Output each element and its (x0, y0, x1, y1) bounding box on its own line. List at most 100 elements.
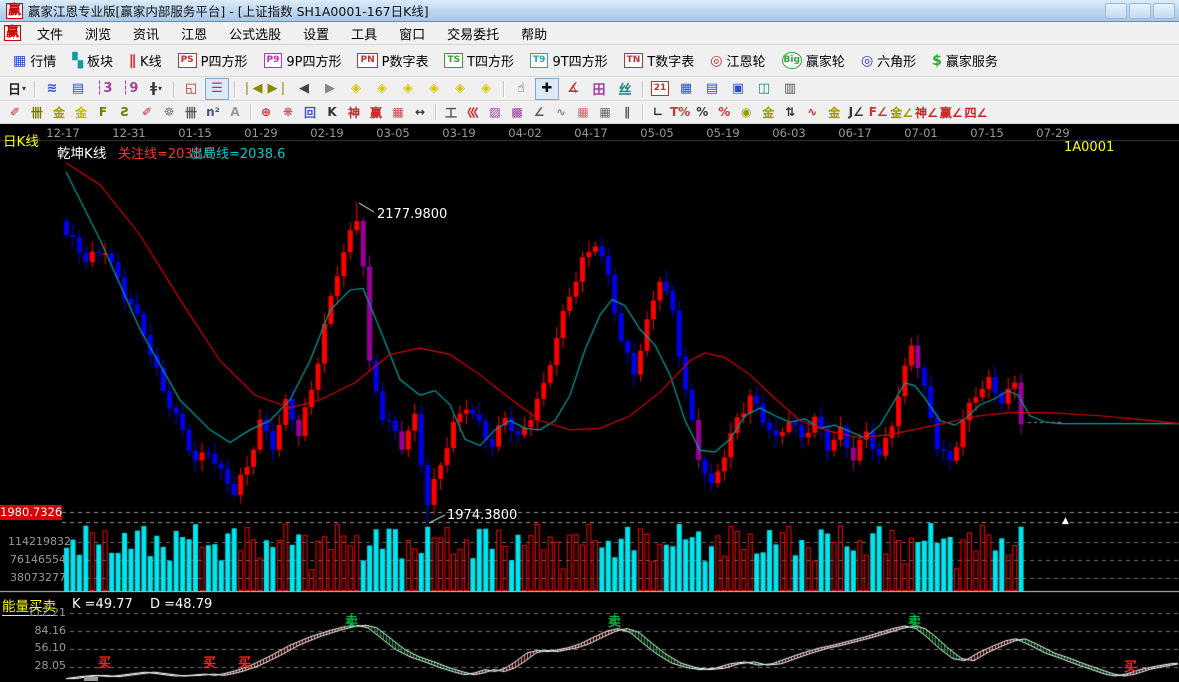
purple-fan-tool[interactable]: ▨ (484, 101, 506, 123)
angle-pen2-tool[interactable]: ✐ (136, 101, 158, 123)
circle-target-tool[interactable]: ⊕ (255, 101, 277, 123)
quotes-button[interactable]: ▦行情 (6, 48, 63, 73)
shift-left-button[interactable]: ◈ (344, 78, 368, 100)
wheel-tool[interactable]: ☸ (158, 101, 180, 123)
volume-profile-button[interactable]: ☰ (205, 78, 229, 100)
kline-button-icon: ∥ (129, 54, 136, 68)
gold-ruler2-tool[interactable]: 金 (70, 101, 92, 123)
s-ruler-tool[interactable]: Ƨ (114, 101, 136, 123)
menu-item-7[interactable]: 工具 (340, 21, 388, 46)
menu-item-3[interactable]: 资讯 (122, 21, 170, 46)
sectors-button[interactable]: ▚板块 (65, 48, 120, 73)
si-angle-tool[interactable]: 四∠ (964, 101, 989, 123)
menu-item-10[interactable]: 帮助 (510, 21, 558, 46)
info-doc-button[interactable]: ▤ (66, 78, 90, 100)
f-angle-tool[interactable]: F∠ (867, 101, 889, 123)
calendar-button[interactable]: 21 (648, 78, 672, 100)
last-page-button[interactable]: ▶❘ (266, 78, 290, 100)
save-button[interactable]: ▣ (726, 78, 750, 100)
maximize-button[interactable] (1129, 3, 1151, 19)
t-square-button[interactable]: TST四方形 (437, 48, 521, 73)
grid-tool[interactable]: ▦ (387, 101, 409, 123)
ying-tool[interactable]: 赢 (365, 101, 387, 123)
menu-item-4[interactable]: 江恩 (170, 21, 218, 46)
menu-item-9[interactable]: 交易委托 (436, 21, 510, 46)
bars-9-button[interactable]: ┆9 (118, 78, 142, 100)
close-button[interactable] (1153, 3, 1175, 19)
next-button[interactable]: ▶ (318, 78, 342, 100)
period-day-dropdown[interactable]: 日▾ (5, 78, 29, 100)
p-table-button[interactable]: PNP数字表 (350, 48, 435, 73)
t-table-button[interactable]: TNT数字表 (617, 48, 702, 73)
gold-line-tool[interactable]: 金 (757, 101, 779, 123)
kline-button[interactable]: ∥K线 (122, 48, 169, 73)
minimize-button[interactable] (1105, 3, 1127, 19)
compress-h-button[interactable]: ◈ (422, 78, 446, 100)
menu-item-6[interactable]: 设置 (292, 21, 340, 46)
horizontal-scrollbar-thumb[interactable] (84, 677, 98, 681)
expand-v-button[interactable]: ◈ (448, 78, 472, 100)
f-ruler-tool[interactable]: F (92, 101, 114, 123)
red-wave-tool[interactable]: ∿ (801, 101, 823, 123)
gold-angle-tool[interactable]: 金∠ (889, 101, 914, 123)
beam-tool[interactable]: 工 (440, 101, 462, 123)
ying-angle-tool[interactable]: 赢∠ (939, 101, 964, 123)
angle-measure-button[interactable]: ∡ (561, 78, 585, 100)
updown-tool[interactable]: ⇅ (779, 101, 801, 123)
expand-all-button[interactable]: ◈ (474, 78, 498, 100)
winner-service-button[interactable]: $赢家服务 (925, 48, 1005, 73)
winner-wheel-button[interactable]: Big赢家轮 (775, 48, 852, 73)
print-button[interactable]: ▥ (778, 78, 802, 100)
trend-wave-button[interactable]: ≋ (40, 78, 64, 100)
shen-angle-tool[interactable]: 神∠ (914, 101, 939, 123)
scale-tool[interactable]: ∟ (647, 101, 669, 123)
ruler-tool[interactable]: 卌 (26, 101, 48, 123)
t-percent-tool[interactable]: T% (669, 101, 691, 123)
menu-item-8[interactable]: 窗口 (388, 21, 436, 46)
gold-line2-tool[interactable]: 金 (823, 101, 845, 123)
first-page-button[interactable]: ❘◀ (240, 78, 264, 100)
crosshair-tool-button[interactable]: ✚ (535, 78, 559, 100)
single-candle-dropdown[interactable]: ǂ▾ (144, 78, 168, 100)
shen-tool[interactable]: 神 (343, 101, 365, 123)
dark-grid-tool[interactable]: ▦ (594, 101, 616, 123)
wave-line-tool[interactable]: ∿ (550, 101, 572, 123)
t9-square-button[interactable]: T99T四方形 (523, 48, 615, 73)
calculator-button[interactable]: ▦ (674, 78, 698, 100)
hexagon-button[interactable]: ◎六角形 (854, 48, 923, 73)
percent-tool[interactable]: % (691, 101, 713, 123)
parallel-lines-tool[interactable]: ∥ (616, 101, 638, 123)
k-mark-tool[interactable]: K (321, 101, 343, 123)
ruler2-tool[interactable]: 卌 (180, 101, 202, 123)
bars-3-button[interactable]: ┆3 (92, 78, 116, 100)
red-fan-tool[interactable]: 巛 (462, 101, 484, 123)
red-grid-tool[interactable]: ▦ (572, 101, 594, 123)
silk-line-button[interactable]: 丝 (613, 78, 637, 100)
menu-item-2[interactable]: 浏览 (74, 21, 122, 46)
notes-button[interactable]: ▤ (700, 78, 724, 100)
expand-h-button[interactable]: ◈ (396, 78, 420, 100)
p-square-button[interactable]: PSP四方形 (171, 48, 255, 73)
star-target-tool[interactable]: ❋ (277, 101, 299, 123)
gann-grid-button[interactable]: 田 (587, 78, 611, 100)
n2-tool[interactable]: n² (202, 101, 224, 123)
a-tool[interactable]: A (224, 101, 246, 123)
gann-wheel-button[interactable]: ◎江恩轮 (703, 48, 772, 73)
shift-right-button[interactable]: ◈ (370, 78, 394, 100)
percent-line-tool[interactable]: % (713, 101, 735, 123)
square-target-tool[interactable]: 回 (299, 101, 321, 123)
hand-tool-button[interactable]: ☝ (509, 78, 533, 100)
gold-circle-tool[interactable]: ◉ (735, 101, 757, 123)
box-fan-tool[interactable]: ▩ (506, 101, 528, 123)
export-button[interactable]: ◫ (752, 78, 776, 100)
pattern-button[interactable]: ◱ (179, 78, 203, 100)
menu-item-5[interactable]: 公式选股 (218, 21, 292, 46)
menu-item-1[interactable]: 文件 (26, 21, 74, 46)
gold-ruler-tool[interactable]: 金 (48, 101, 70, 123)
p9-square-button[interactable]: P99P四方形 (257, 48, 349, 73)
width-tool[interactable]: ↔ (409, 101, 431, 123)
prev-button[interactable]: ◀ (292, 78, 316, 100)
angle-line-tool[interactable]: ∠ (528, 101, 550, 123)
j-angle-tool[interactable]: J∠ (845, 101, 867, 123)
angle-pen-tool[interactable]: ✐ (4, 101, 26, 123)
